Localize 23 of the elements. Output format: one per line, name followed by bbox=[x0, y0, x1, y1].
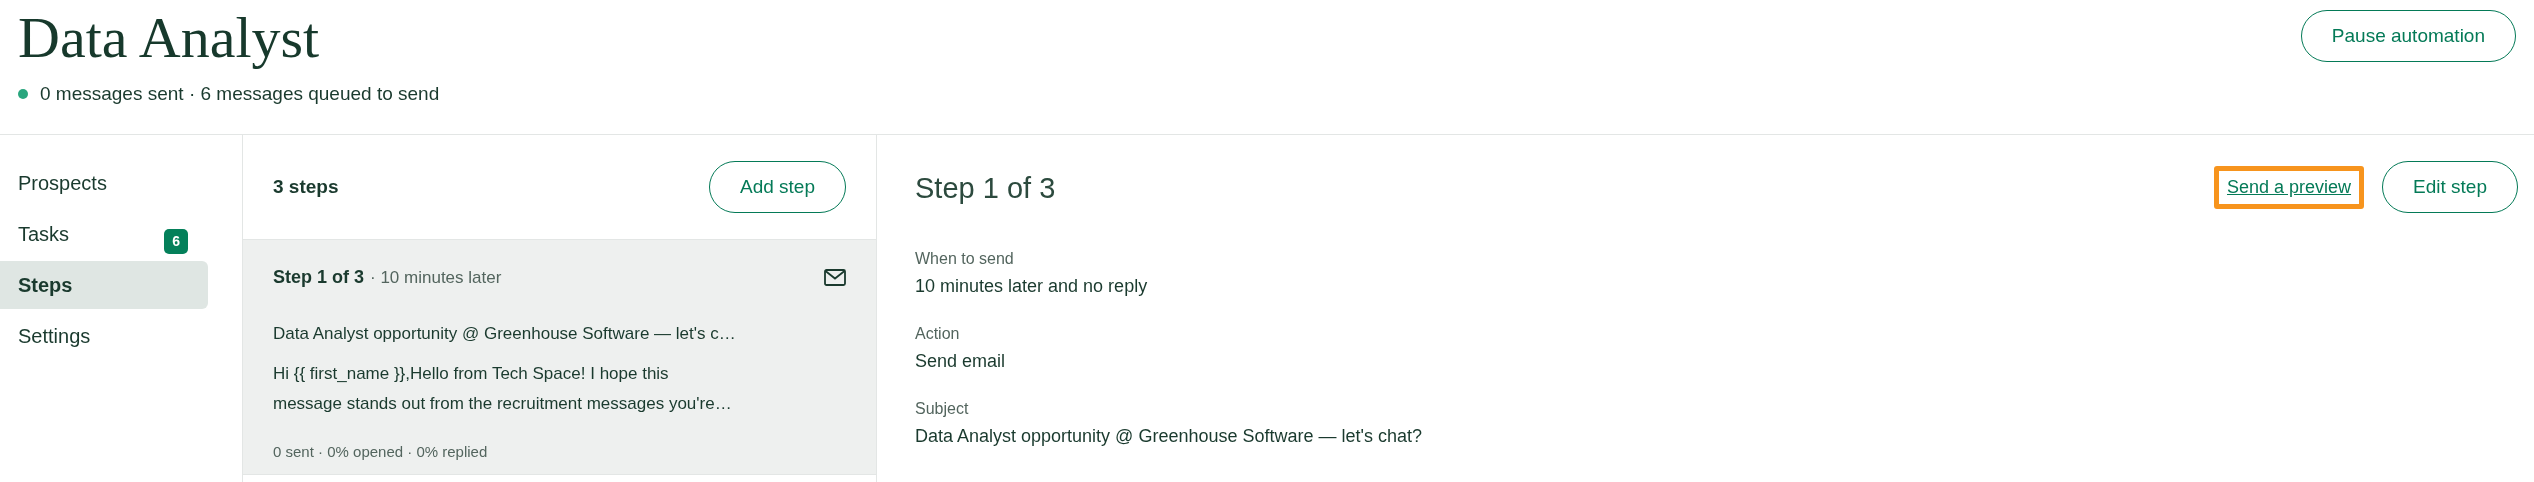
page-title: Data Analyst bbox=[18, 4, 321, 72]
sidebar-item[interactable]: Tasks 6 bbox=[0, 210, 208, 258]
field-label: Action bbox=[915, 324, 961, 344]
sidebar-item[interactable]: Settings bbox=[0, 312, 208, 360]
field-value: 10 minutes later and no reply bbox=[915, 275, 1149, 298]
steps-count: 3 steps bbox=[273, 174, 339, 199]
count-badge: 6 bbox=[164, 228, 188, 254]
sidebar-item[interactable]: Prospects bbox=[0, 159, 208, 207]
field-label: When to send bbox=[915, 249, 1015, 269]
step-heading: Step 1 of 3 bbox=[915, 171, 1056, 206]
step-stats: 0 sent · 0% opened · 0% replied bbox=[273, 441, 489, 462]
field-value: Data Analyst opportunity @ Greenhouse Software — let's chat? bbox=[915, 425, 1423, 448]
step-title: Step 1 of 3 bbox=[273, 266, 365, 289]
sidebar-item[interactable]: Steps bbox=[0, 261, 208, 309]
field-value: Send email bbox=[915, 350, 1007, 373]
step-card[interactable] bbox=[243, 240, 876, 475]
status-text: 0 messages sent · 6 messages queued to send bbox=[40, 82, 440, 106]
field-label: Subject bbox=[915, 399, 970, 419]
step-timing: · 10 minutes later bbox=[370, 267, 502, 289]
step-subject: Data Analyst opportunity @ Greenhouse Software — let's c… bbox=[273, 323, 737, 345]
step-body: Hi {{ first_name }},Hello from Tech Space! I hope this message stands out from the recruitment messages you're… bbox=[273, 362, 733, 415]
send-preview-link[interactable]: Send a preview bbox=[2214, 165, 2365, 209]
envelope-icon bbox=[824, 269, 846, 286]
